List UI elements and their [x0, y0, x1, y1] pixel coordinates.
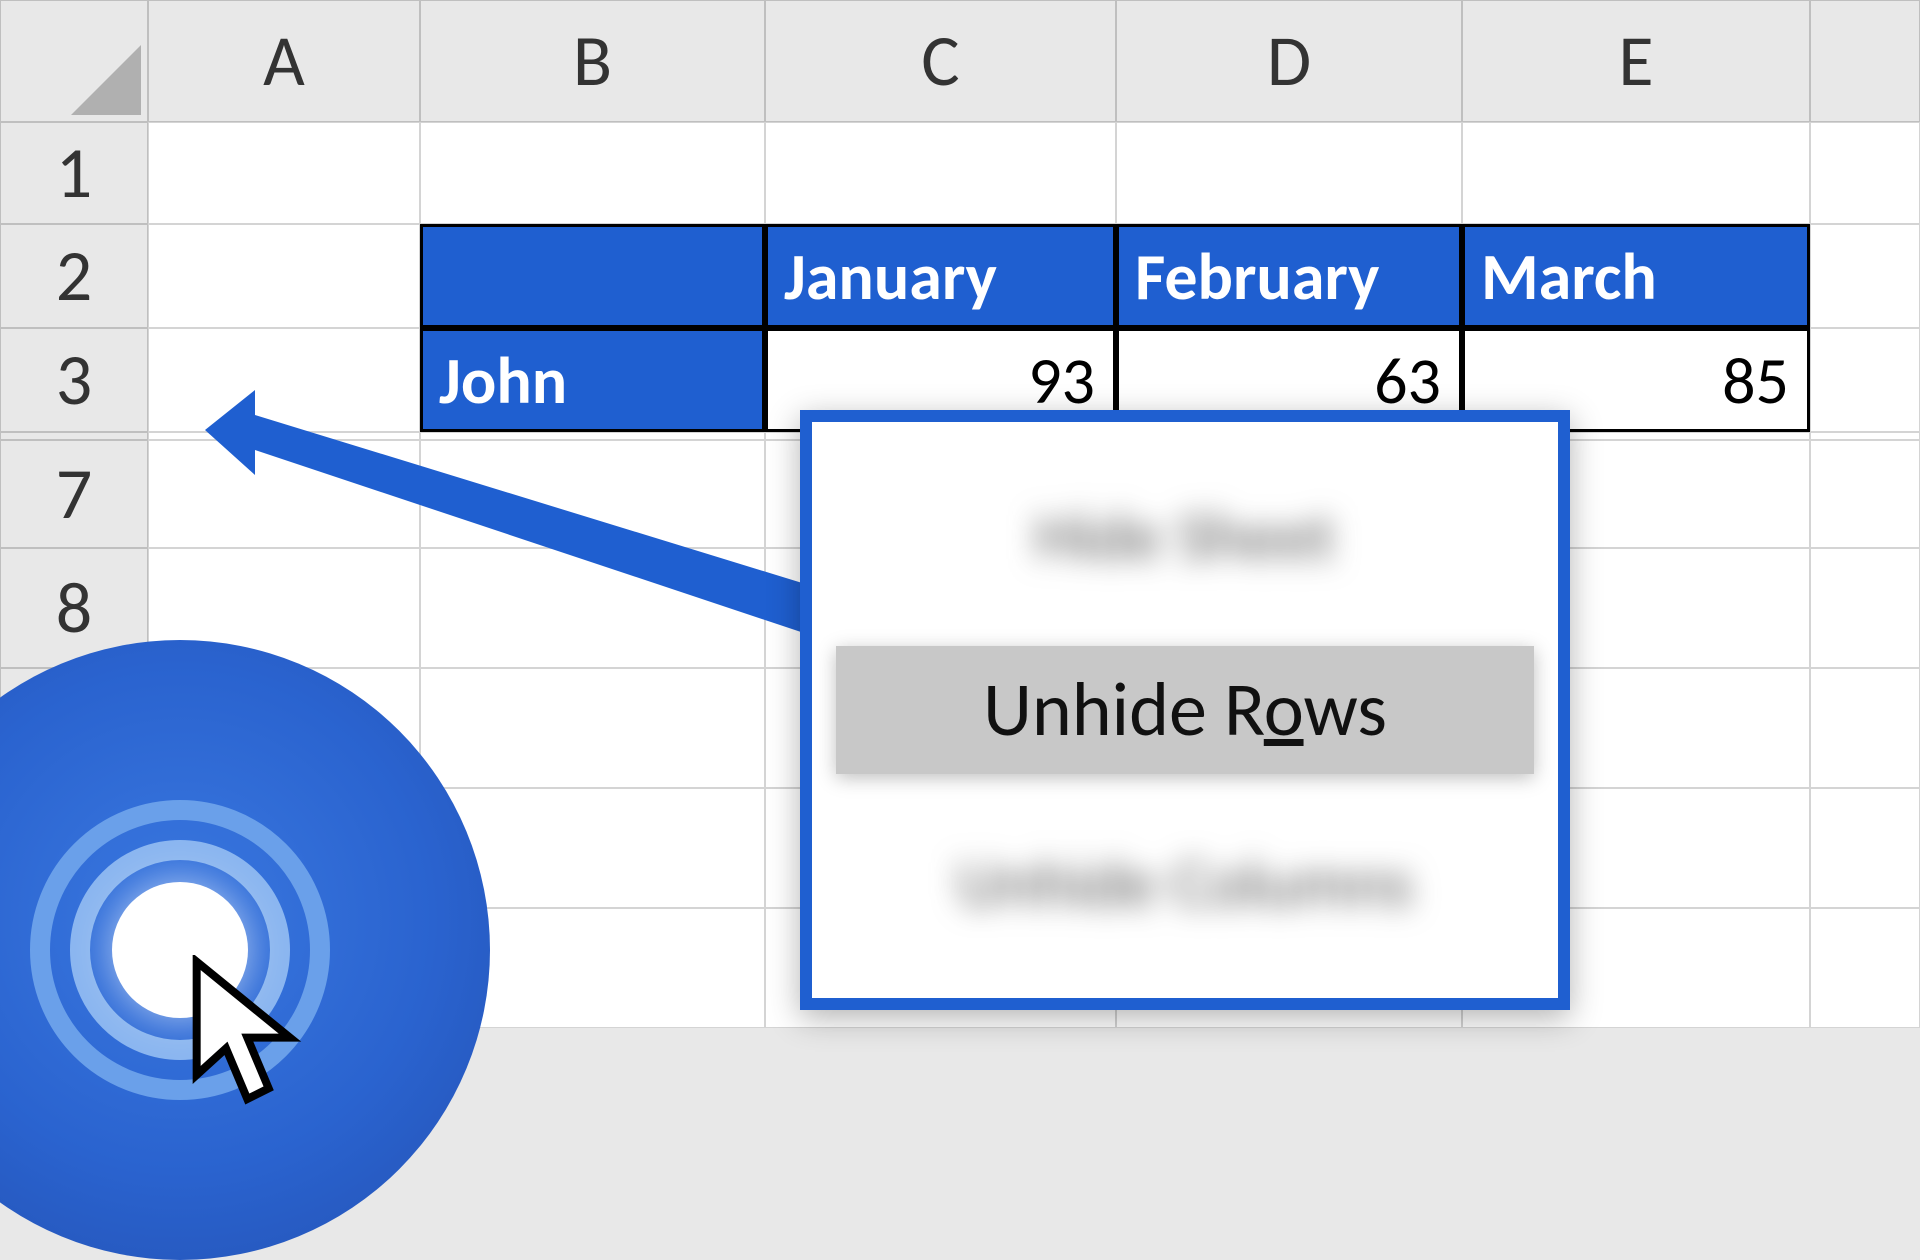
cell-e2-month[interactable]: March [1462, 224, 1810, 328]
cell-f11[interactable] [1810, 908, 1920, 1028]
cell-c1[interactable] [765, 122, 1116, 224]
menu-item-unhide-rows[interactable]: Unhide Rows [836, 646, 1534, 774]
menu-item-unhide-columns[interactable]: Unhide Columns [836, 824, 1534, 943]
row-header-2[interactable]: 2 [0, 224, 148, 328]
col-header-e[interactable]: E [1462, 0, 1810, 122]
cell-f3[interactable] [1810, 328, 1920, 432]
cell-d2-month[interactable]: February [1116, 224, 1462, 328]
cell-e1[interactable] [1462, 122, 1810, 224]
cell-b9[interactable] [420, 668, 765, 788]
col-header-a[interactable]: A [148, 0, 420, 122]
spreadsheet-area: A B C D E 1 2 January February March 3 J… [0, 0, 1920, 1080]
col-header-overflow[interactable] [1810, 0, 1920, 122]
row-header-1[interactable]: 1 [0, 122, 148, 224]
cell-f2[interactable] [1810, 224, 1920, 328]
cell-a7[interactable] [148, 440, 420, 548]
col-header-d[interactable]: D [1116, 0, 1462, 122]
cell-a2[interactable] [148, 224, 420, 328]
cell-b1[interactable] [420, 122, 765, 224]
cell-f10[interactable] [1810, 788, 1920, 908]
hidden-gap-b [420, 432, 765, 440]
col-header-c[interactable]: C [765, 0, 1116, 122]
menu-text-post: ws [1304, 664, 1387, 756]
hidden-rows-gap[interactable] [0, 432, 148, 440]
cell-b7[interactable] [420, 440, 765, 548]
cell-c2-month[interactable]: January [765, 224, 1116, 328]
cell-d1[interactable] [1116, 122, 1462, 224]
cell-f7[interactable] [1810, 440, 1920, 548]
cell-b8[interactable] [420, 548, 765, 668]
cell-f1[interactable] [1810, 122, 1920, 224]
row-header-3[interactable]: 3 [0, 328, 148, 432]
cell-b2-header-blank[interactable] [420, 224, 765, 328]
cursor-arrow-icon [180, 955, 320, 1115]
menu-text-pre: Unhide R [983, 664, 1264, 756]
context-menu-callout: Hide Sheet Unhide Rows Unhide Columns [800, 410, 1570, 1010]
select-all-corner[interactable] [0, 0, 148, 122]
cell-b3-name[interactable]: John [420, 328, 765, 432]
menu-item-hide-sheet[interactable]: Hide Sheet [836, 477, 1534, 596]
cell-f8[interactable] [1810, 548, 1920, 668]
hidden-gap-f [1810, 432, 1920, 440]
col-header-b[interactable]: B [420, 0, 765, 122]
hidden-gap-a [148, 432, 420, 440]
cell-f9[interactable] [1810, 668, 1920, 788]
target-rings-icon [30, 800, 330, 1100]
row-header-7[interactable]: 7 [0, 440, 148, 548]
cell-a1[interactable] [148, 122, 420, 224]
cell-a3[interactable] [148, 328, 420, 432]
menu-text-accel: o [1264, 664, 1304, 756]
